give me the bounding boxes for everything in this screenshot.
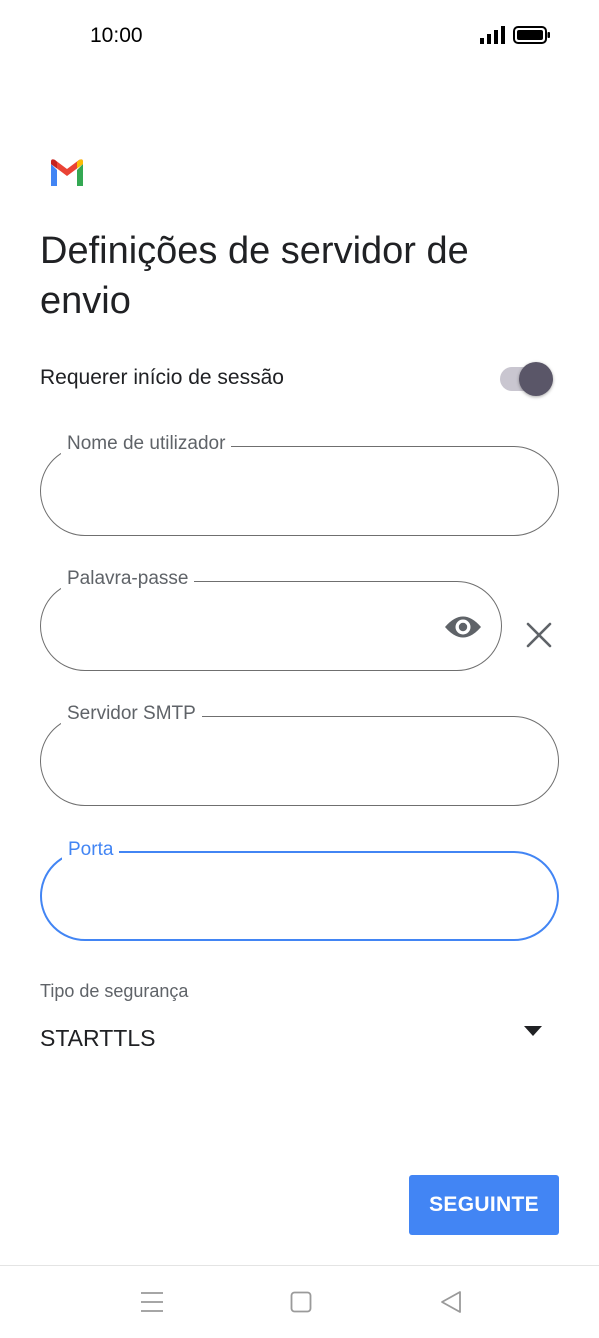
security-type-label: Tipo de segurança [40, 981, 189, 1001]
security-type-select[interactable]: STARTTLS [40, 1015, 559, 1065]
login-required-label: Requerer início de sessão [40, 366, 284, 389]
nav-bar [0, 1265, 599, 1338]
dropdown-icon [524, 1026, 542, 1036]
login-required-toggle[interactable] [498, 362, 554, 396]
status-bar: 10:00 [0, 0, 599, 70]
eye-icon[interactable] [443, 612, 483, 642]
status-time: 10:00 [90, 24, 143, 47]
gmail-logo [51, 159, 83, 186]
page-title: Definições de servidor de envio [40, 230, 469, 322]
port-input[interactable] [68, 878, 493, 918]
battery-icon [513, 26, 550, 44]
signal-icon [480, 26, 505, 44]
next-button[interactable]: SEGUINTE [409, 1175, 559, 1235]
smtp-server-label: Servidor SMTP [61, 703, 202, 725]
port-field[interactable]: Porta [40, 839, 559, 941]
security-type-value: STARTTLS [40, 1025, 156, 1051]
smtp-server-field[interactable]: Servidor SMTP [40, 703, 559, 806]
password-field[interactable]: Palavra-passe [40, 568, 502, 671]
password-input[interactable] [67, 607, 437, 647]
close-icon[interactable] [524, 620, 554, 650]
username-field[interactable]: Nome de utilizador [40, 433, 559, 536]
port-label: Porta [62, 839, 120, 861]
password-label: Palavra-passe [61, 568, 195, 590]
smtp-server-input[interactable] [67, 742, 494, 782]
home-icon[interactable] [290, 1291, 312, 1313]
toggle-thumb [519, 362, 553, 396]
username-label: Nome de utilizador [61, 433, 232, 455]
back-icon[interactable] [440, 1290, 462, 1314]
menu-icon[interactable] [140, 1291, 164, 1313]
username-input[interactable] [67, 472, 494, 512]
